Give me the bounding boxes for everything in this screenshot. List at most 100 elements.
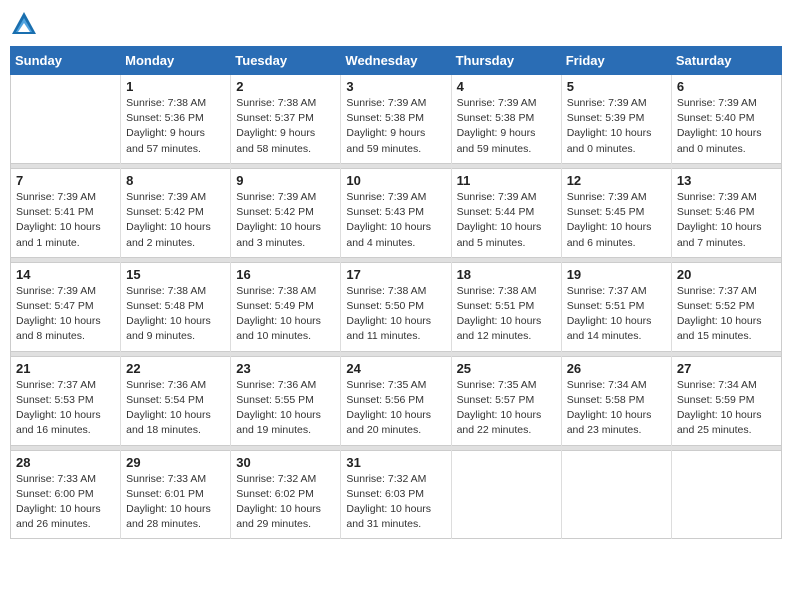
day-info: Sunrise: 7:38 AMSunset: 5:48 PMDaylight:… xyxy=(126,284,225,345)
day-info: Sunrise: 7:32 AMSunset: 6:03 PMDaylight:… xyxy=(346,472,445,533)
day-info: Sunrise: 7:38 AMSunset: 5:50 PMDaylight:… xyxy=(346,284,445,345)
day-info: Sunrise: 7:34 AMSunset: 5:59 PMDaylight:… xyxy=(677,378,776,439)
day-info: Sunrise: 7:37 AMSunset: 5:51 PMDaylight:… xyxy=(567,284,666,345)
page-header xyxy=(10,10,782,38)
day-number: 13 xyxy=(677,173,776,188)
week-row-1: 1Sunrise: 7:38 AMSunset: 5:36 PMDaylight… xyxy=(11,75,782,164)
day-number: 29 xyxy=(126,455,225,470)
calendar-cell: 26 Sunrise: 7:34 AMSunset: 5:58 PMDayligh… xyxy=(561,356,671,445)
weekday-header-tuesday: Tuesday xyxy=(231,47,341,75)
week-row-3: 14 Sunrise: 7:39 AMSunset: 5:47 PMDayligh… xyxy=(11,262,782,351)
day-info: Sunrise: 7:32 AMSunset: 6:02 PMDaylight:… xyxy=(236,472,335,533)
calendar-cell: 17 Sunrise: 7:38 AMSunset: 5:50 PMDayligh… xyxy=(341,262,451,351)
weekday-header-sunday: Sunday xyxy=(11,47,121,75)
day-info: Sunrise: 7:39 AMSunset: 5:44 PMDaylight:… xyxy=(457,190,556,251)
calendar-cell: 21 Sunrise: 7:37 AMSunset: 5:53 PMDayligh… xyxy=(11,356,121,445)
day-number: 1 xyxy=(126,79,225,94)
day-number: 5 xyxy=(567,79,666,94)
calendar-cell: 12 Sunrise: 7:39 AMSunset: 5:45 PMDayligh… xyxy=(561,168,671,257)
day-info: Sunrise: 7:38 AMSunset: 5:37 PMDaylight:… xyxy=(236,96,335,157)
calendar-cell xyxy=(561,450,671,539)
calendar-cell: 11 Sunrise: 7:39 AMSunset: 5:44 PMDayligh… xyxy=(451,168,561,257)
day-number: 28 xyxy=(16,455,115,470)
day-info: Sunrise: 7:34 AMSunset: 5:58 PMDaylight:… xyxy=(567,378,666,439)
calendar-table: SundayMondayTuesdayWednesdayThursdayFrid… xyxy=(10,46,782,539)
day-info: Sunrise: 7:39 AMSunset: 5:38 PMDaylight:… xyxy=(457,96,556,157)
day-number: 8 xyxy=(126,173,225,188)
day-number: 22 xyxy=(126,361,225,376)
calendar-cell: 24 Sunrise: 7:35 AMSunset: 5:56 PMDayligh… xyxy=(341,356,451,445)
day-info: Sunrise: 7:39 AMSunset: 5:45 PMDaylight:… xyxy=(567,190,666,251)
day-number: 3 xyxy=(346,79,445,94)
calendar-cell xyxy=(451,450,561,539)
day-info: Sunrise: 7:38 AMSunset: 5:49 PMDaylight:… xyxy=(236,284,335,345)
day-info: Sunrise: 7:38 AMSunset: 5:51 PMDaylight:… xyxy=(457,284,556,345)
calendar-cell: 25 Sunrise: 7:35 AMSunset: 5:57 PMDayligh… xyxy=(451,356,561,445)
calendar-cell: 7 Sunrise: 7:39 AMSunset: 5:41 PMDaylight… xyxy=(11,168,121,257)
day-info: Sunrise: 7:37 AMSunset: 5:52 PMDaylight:… xyxy=(677,284,776,345)
calendar-cell: 3 Sunrise: 7:39 AMSunset: 5:38 PMDaylight… xyxy=(341,75,451,164)
calendar-cell: 6Sunrise: 7:39 AMSunset: 5:40 PMDaylight… xyxy=(671,75,781,164)
calendar-cell: 13 Sunrise: 7:39 AMSunset: 5:46 PMDayligh… xyxy=(671,168,781,257)
day-number: 25 xyxy=(457,361,556,376)
day-number: 26 xyxy=(567,361,666,376)
day-info: Sunrise: 7:35 AMSunset: 5:57 PMDaylight:… xyxy=(457,378,556,439)
day-info: Sunrise: 7:39 AMSunset: 5:46 PMDaylight:… xyxy=(677,190,776,251)
logo xyxy=(10,10,42,38)
weekday-header-monday: Monday xyxy=(121,47,231,75)
day-info: Sunrise: 7:33 AMSunset: 6:01 PMDaylight:… xyxy=(126,472,225,533)
day-info: Sunrise: 7:39 AMSunset: 5:47 PMDaylight:… xyxy=(16,284,115,345)
day-number: 18 xyxy=(457,267,556,282)
week-row-5: 28 Sunrise: 7:33 AMSunset: 6:00 PMDayligh… xyxy=(11,450,782,539)
week-row-4: 21 Sunrise: 7:37 AMSunset: 5:53 PMDayligh… xyxy=(11,356,782,445)
day-number: 4 xyxy=(457,79,556,94)
day-info: Sunrise: 7:39 AMSunset: 5:42 PMDaylight:… xyxy=(126,190,225,251)
day-number: 19 xyxy=(567,267,666,282)
day-number: 31 xyxy=(346,455,445,470)
day-number: 30 xyxy=(236,455,335,470)
calendar-cell: 18 Sunrise: 7:38 AMSunset: 5:51 PMDayligh… xyxy=(451,262,561,351)
calendar-cell: 29 Sunrise: 7:33 AMSunset: 6:01 PMDayligh… xyxy=(121,450,231,539)
calendar-cell: 27 Sunrise: 7:34 AMSunset: 5:59 PMDayligh… xyxy=(671,356,781,445)
calendar-cell: 9 Sunrise: 7:39 AMSunset: 5:42 PMDaylight… xyxy=(231,168,341,257)
calendar-cell: 20 Sunrise: 7:37 AMSunset: 5:52 PMDayligh… xyxy=(671,262,781,351)
calendar-cell: 4 Sunrise: 7:39 AMSunset: 5:38 PMDaylight… xyxy=(451,75,561,164)
calendar-cell: 1Sunrise: 7:38 AMSunset: 5:36 PMDaylight… xyxy=(121,75,231,164)
weekday-header-wednesday: Wednesday xyxy=(341,47,451,75)
calendar-cell: 23Sunrise: 7:36 AMSunset: 5:55 PMDayligh… xyxy=(231,356,341,445)
day-number: 12 xyxy=(567,173,666,188)
day-number: 11 xyxy=(457,173,556,188)
day-info: Sunrise: 7:39 AMSunset: 5:40 PMDaylight:… xyxy=(677,96,776,157)
day-info: Sunrise: 7:37 AMSunset: 5:53 PMDaylight:… xyxy=(16,378,115,439)
day-number: 27 xyxy=(677,361,776,376)
calendar-cell: 10Sunrise: 7:39 AMSunset: 5:43 PMDayligh… xyxy=(341,168,451,257)
calendar-cell: 28 Sunrise: 7:33 AMSunset: 6:00 PMDayligh… xyxy=(11,450,121,539)
day-number: 16 xyxy=(236,267,335,282)
day-number: 7 xyxy=(16,173,115,188)
day-number: 24 xyxy=(346,361,445,376)
day-info: Sunrise: 7:39 AMSunset: 5:42 PMDaylight:… xyxy=(236,190,335,251)
calendar-cell: 15 Sunrise: 7:38 AMSunset: 5:48 PMDayligh… xyxy=(121,262,231,351)
day-number: 10 xyxy=(346,173,445,188)
calendar-cell: 5 Sunrise: 7:39 AMSunset: 5:39 PMDaylight… xyxy=(561,75,671,164)
calendar-cell: 8 Sunrise: 7:39 AMSunset: 5:42 PMDaylight… xyxy=(121,168,231,257)
day-number: 23 xyxy=(236,361,335,376)
day-info: Sunrise: 7:39 AMSunset: 5:41 PMDaylight:… xyxy=(16,190,115,251)
day-number: 20 xyxy=(677,267,776,282)
logo-icon xyxy=(10,10,38,38)
day-number: 9 xyxy=(236,173,335,188)
weekday-header-thursday: Thursday xyxy=(451,47,561,75)
calendar-cell xyxy=(671,450,781,539)
day-number: 14 xyxy=(16,267,115,282)
calendar-cell: 31 Sunrise: 7:32 AMSunset: 6:03 PMDayligh… xyxy=(341,450,451,539)
day-info: Sunrise: 7:39 AMSunset: 5:38 PMDaylight:… xyxy=(346,96,445,157)
day-number: 15 xyxy=(126,267,225,282)
day-info: Sunrise: 7:35 AMSunset: 5:56 PMDaylight:… xyxy=(346,378,445,439)
calendar-cell xyxy=(11,75,121,164)
calendar-cell: 16 Sunrise: 7:38 AMSunset: 5:49 PMDayligh… xyxy=(231,262,341,351)
day-info: Sunrise: 7:36 AMSunset: 5:54 PMDaylight:… xyxy=(126,378,225,439)
day-info: Sunrise: 7:39 AMSunset: 5:39 PMDaylight:… xyxy=(567,96,666,157)
day-number: 17 xyxy=(346,267,445,282)
day-number: 21 xyxy=(16,361,115,376)
day-info: Sunrise: 7:33 AMSunset: 6:00 PMDaylight:… xyxy=(16,472,115,533)
